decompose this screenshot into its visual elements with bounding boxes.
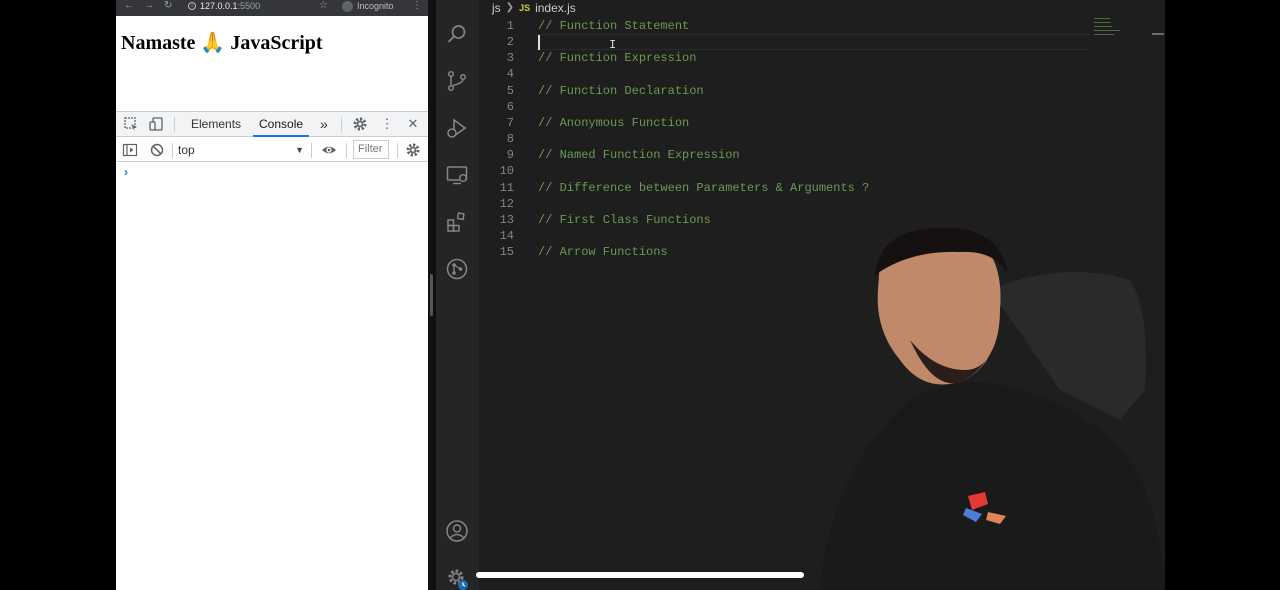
console-prompt[interactable]: › (124, 165, 128, 179)
address-bar[interactable]: i 127.0.0.1:5500 (188, 0, 260, 12)
text-cursor (538, 35, 540, 50)
extensions-icon[interactable] (445, 210, 469, 234)
code-line[interactable]: // Function Declaration (538, 83, 704, 99)
back-icon[interactable]: ← (124, 0, 134, 12)
url-port: :5500 (237, 0, 261, 11)
line-number: 10 (499, 164, 514, 179)
video-progress-bar[interactable] (476, 572, 804, 578)
code-line[interactable]: // Anonymous Function (538, 115, 689, 131)
account-icon[interactable] (445, 519, 469, 543)
code-line[interactable]: // Function Expression (538, 50, 696, 66)
line-number: 15 (499, 245, 514, 260)
toolbar-divider (174, 117, 175, 132)
mouse-ibeam-cursor: I (609, 38, 617, 52)
devtools-panel: Elements Console » ⋮ ✕ top ▼ Filter › (116, 111, 428, 590)
line-number: 7 (506, 115, 514, 130)
chevron-right-icon: ❯ (505, 2, 515, 13)
minimap-line (1094, 34, 1114, 35)
inspect-element-icon[interactable] (123, 116, 139, 132)
presenter-webcam-overlay (820, 227, 1165, 590)
run-debug-icon[interactable] (445, 116, 469, 140)
line-number: 13 (499, 212, 514, 227)
code-line[interactable]: // First Class Functions (538, 212, 711, 228)
source-control-icon[interactable] (445, 69, 469, 93)
activity-bar (436, 0, 479, 590)
line-number: 11 (499, 180, 514, 195)
minimap-line (1094, 22, 1111, 23)
resize-handle[interactable] (430, 274, 433, 316)
line-number: 9 (506, 148, 514, 163)
toolbar-divider (172, 143, 173, 158)
site-info-icon[interactable]: i (188, 2, 196, 10)
settings-gear-icon[interactable] (445, 566, 469, 590)
toolbar-divider (397, 143, 398, 158)
customize-menu-icon[interactable]: ⋮ (379, 116, 395, 132)
console-settings-gear-icon[interactable] (405, 142, 421, 158)
line-number: 8 (506, 132, 514, 147)
git-graph-icon[interactable] (445, 257, 469, 281)
minimap-line (1094, 18, 1110, 19)
more-tabs-button[interactable]: » (314, 112, 334, 137)
line-number: 2 (506, 35, 514, 50)
context-select[interactable]: top ▼ (178, 141, 306, 159)
line-number: 1 (506, 19, 514, 33)
line-number: 12 (499, 196, 514, 211)
javascript-file-icon: JS (519, 3, 531, 13)
live-expression-eye-icon[interactable] (321, 142, 337, 158)
remote-explorer-icon[interactable] (445, 163, 469, 187)
toolbar-divider (346, 143, 347, 158)
incognito-icon (342, 0, 353, 12)
devtools-tab-bar: Elements Console » ⋮ ✕ (116, 112, 428, 137)
current-line-highlight (534, 34, 1090, 50)
browser-menu-icon[interactable]: ⋮ (412, 0, 422, 12)
breadcrumb-file[interactable]: index.js (535, 0, 576, 16)
url-host: 127.0.0.1 (200, 0, 238, 11)
dropdown-arrow-icon: ▼ (295, 145, 304, 155)
toolbar-divider (311, 143, 312, 158)
bookmark-star-icon[interactable]: ☆ (319, 0, 328, 12)
incognito-indicator: Incognito (342, 0, 394, 12)
minimap-line (1094, 30, 1120, 31)
minimap-line (1094, 26, 1112, 27)
breadcrumb: js ❯ JS index.js (492, 0, 576, 16)
code-line[interactable]: // Named Function Expression (538, 147, 740, 163)
filter-input[interactable]: Filter (353, 140, 389, 159)
browser-window: ← → ↻ i 127.0.0.1:5500 ☆ Incognito ⋮ Nam… (116, 0, 428, 590)
code-line[interactable]: // Function Statement (538, 18, 689, 34)
page-heading: Namaste 🙏 JavaScript (121, 32, 323, 54)
clear-console-icon[interactable] (149, 142, 165, 158)
reload-icon[interactable]: ↻ (164, 0, 172, 12)
minimap[interactable] (1094, 18, 1134, 40)
tab-console[interactable]: Console (253, 112, 310, 137)
line-number: 3 (506, 51, 514, 66)
forward-icon[interactable]: → (144, 0, 154, 12)
line-number: 5 (506, 83, 514, 98)
line-number: 6 (506, 99, 514, 114)
explorer-search-icon[interactable] (445, 22, 469, 46)
line-number: 14 (499, 228, 514, 243)
device-toolbar-icon[interactable] (148, 116, 164, 132)
line-number: 4 (506, 67, 514, 82)
context-select-value: top (178, 143, 195, 157)
toolbar-divider (341, 117, 342, 132)
sidebar-toggle-icon[interactable] (122, 142, 138, 158)
close-icon[interactable]: ✕ (405, 116, 421, 132)
incognito-label: Incognito (357, 0, 394, 11)
code-line[interactable]: // Difference between Parameters & Argum… (538, 180, 869, 196)
tab-elements[interactable]: Elements (185, 112, 247, 137)
browser-toolbar: ← → ↻ i 127.0.0.1:5500 ☆ Incognito ⋮ (116, 0, 428, 16)
settings-gear-icon[interactable] (352, 116, 368, 132)
breadcrumb-folder[interactable]: js (492, 0, 501, 16)
console-toolbar: top ▼ Filter (116, 138, 428, 162)
code-line[interactable]: // Arrow Functions (538, 244, 668, 260)
overview-ruler-cursor (1152, 33, 1164, 35)
